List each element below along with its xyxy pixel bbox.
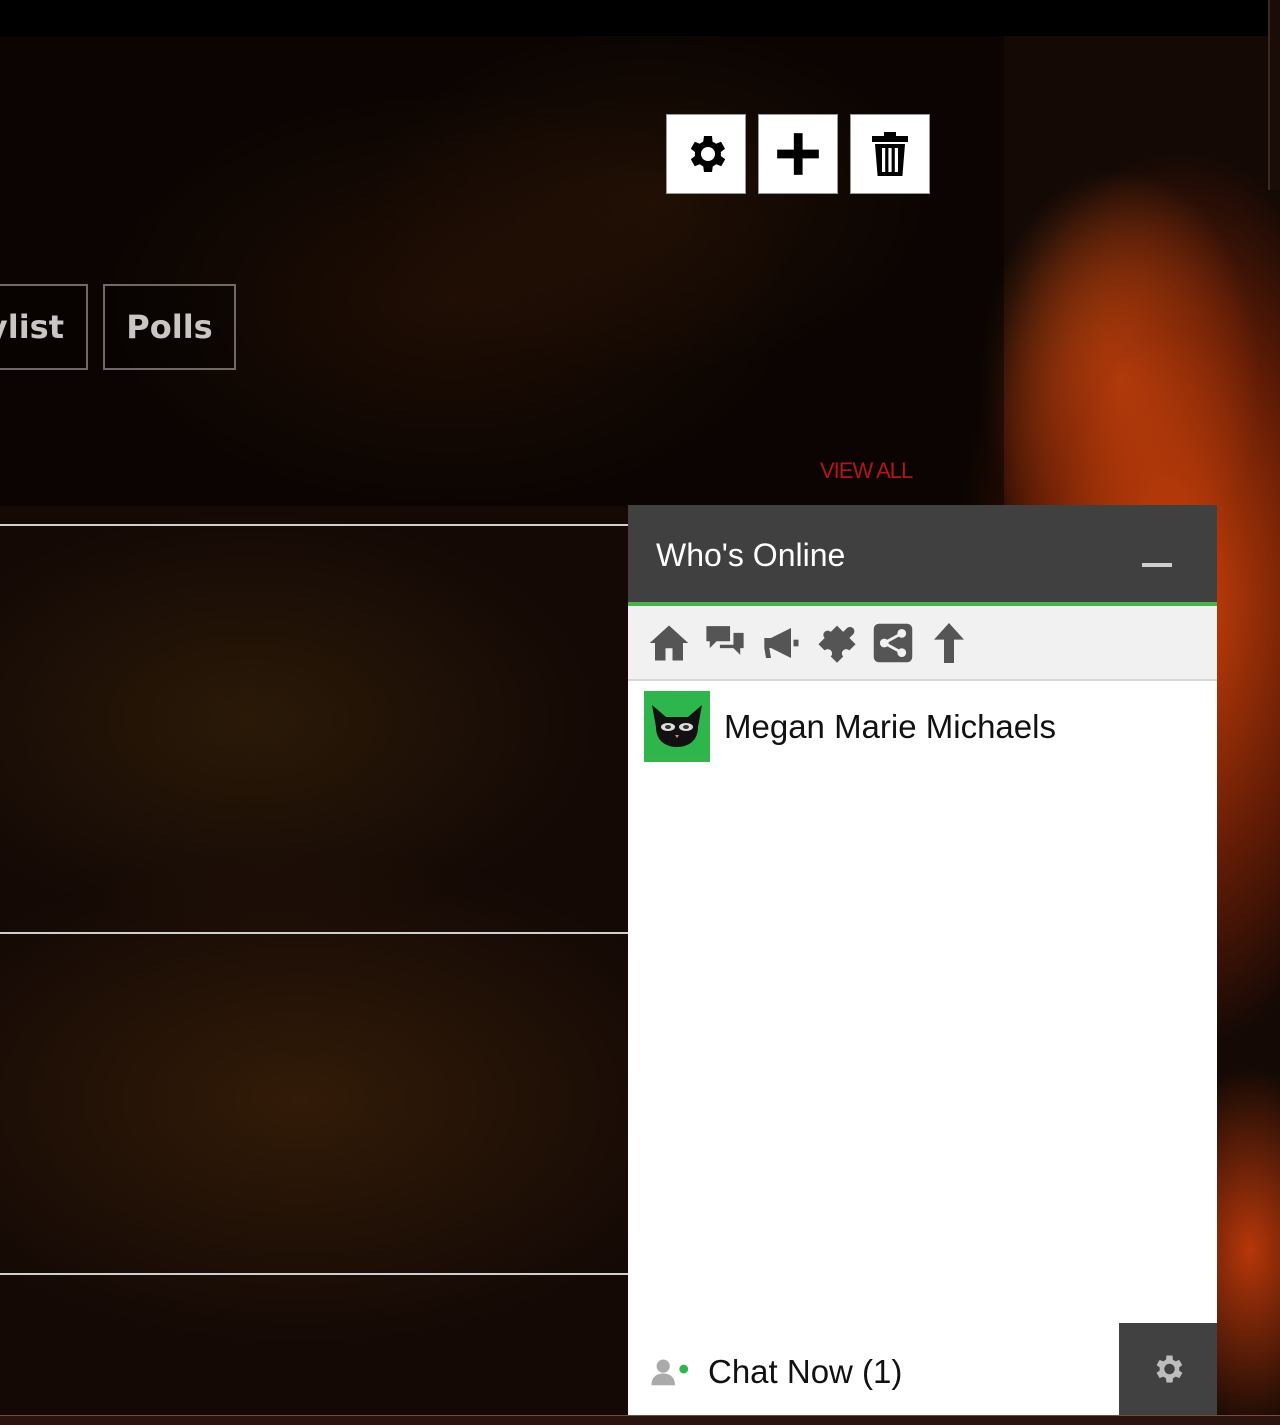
chat-title: Who's Online <box>656 537 846 573</box>
chat-footer: Chat Now (1) <box>628 1323 1217 1415</box>
tab-playlist[interactable]: ylist <box>0 284 88 370</box>
avatar <box>644 691 710 762</box>
top-strip <box>0 0 1270 36</box>
content-panel <box>0 36 1004 506</box>
chat-now-label: Chat Now (1) <box>708 1353 903 1390</box>
chat-settings-button[interactable] <box>1119 1323 1217 1415</box>
view-all-link[interactable]: VIEW ALL <box>820 458 913 484</box>
gear-icon <box>690 136 726 172</box>
trash-icon <box>872 132 908 176</box>
chat-bubbles-icon[interactable] <box>702 620 748 666</box>
tab-polls-label: Polls <box>126 308 213 346</box>
settings-button[interactable] <box>666 114 746 194</box>
scroll-edge <box>1268 0 1280 190</box>
tab-polls[interactable]: Polls <box>103 284 236 370</box>
user-online-icon <box>651 1359 689 1386</box>
whos-online-widget: Who's Online Megan Marie Michaels Chat N… <box>628 505 1217 1415</box>
tab-playlist-label: ylist <box>0 308 64 346</box>
minimize-button[interactable] <box>1142 563 1172 567</box>
list-item[interactable]: Megan Marie Michaels <box>644 691 1056 762</box>
chat-header: Who's Online <box>628 505 1217 606</box>
user-name: Megan Marie Michaels <box>724 707 1056 745</box>
share-icon[interactable] <box>870 620 916 666</box>
divider <box>0 524 628 526</box>
plus-icon <box>777 133 819 175</box>
gear-icon <box>1156 1355 1183 1383</box>
delete-button[interactable] <box>850 114 930 194</box>
chat-now-button[interactable]: Chat Now (1) <box>650 1353 902 1391</box>
chat-toolbar <box>628 606 1217 681</box>
divider <box>0 932 628 934</box>
add-button[interactable] <box>758 114 838 194</box>
divider <box>0 1273 628 1275</box>
arrow-up-icon[interactable] <box>926 620 972 666</box>
home-icon[interactable] <box>646 620 692 666</box>
puzzle-icon[interactable] <box>814 620 860 666</box>
megaphone-icon[interactable] <box>758 620 804 666</box>
